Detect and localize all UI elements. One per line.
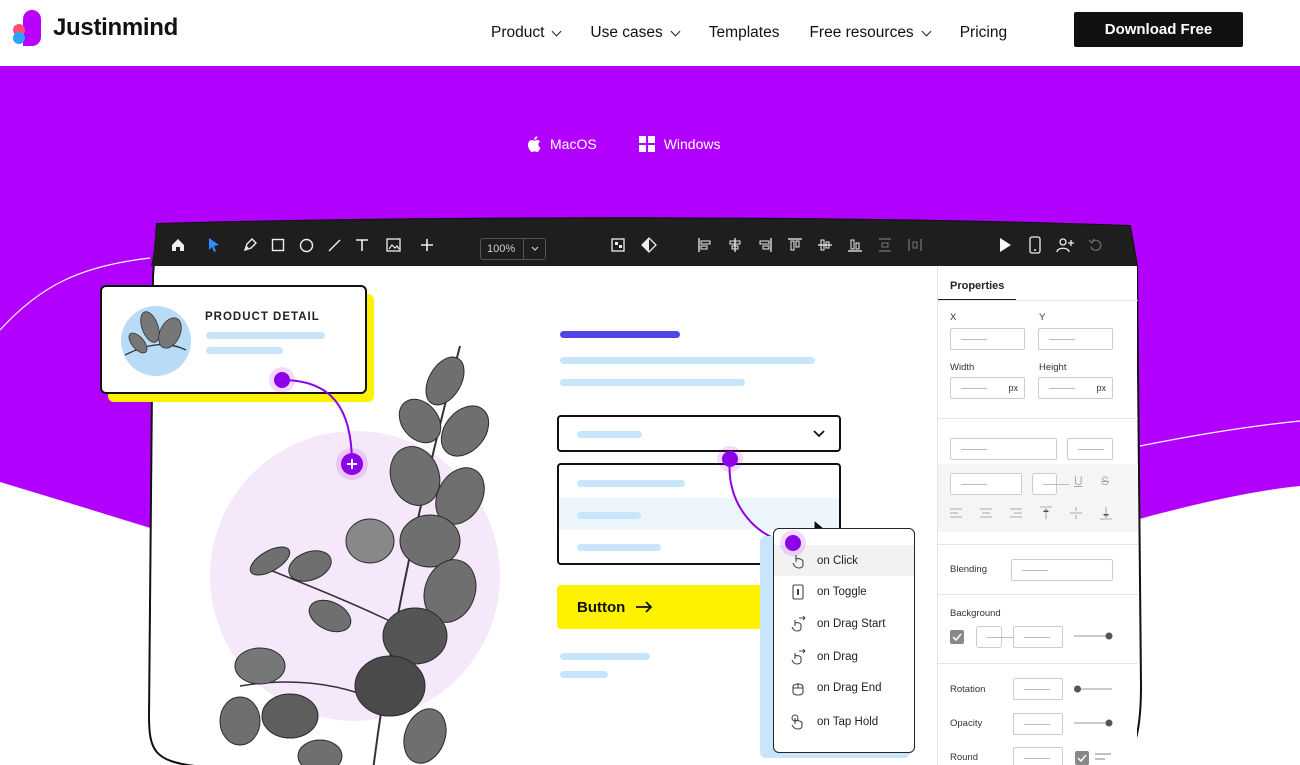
nav-item-label: Product xyxy=(491,24,545,41)
tap-hold-icon xyxy=(789,713,807,731)
toggle-icon xyxy=(789,583,807,601)
event-label: on Toggle xyxy=(817,586,867,598)
event-on-toggle[interactable]: on Toggle xyxy=(774,577,914,607)
drag-start-icon xyxy=(789,615,807,633)
nav-item-templates[interactable]: Templates xyxy=(709,24,780,42)
nav-item-label: Templates xyxy=(708,24,780,41)
event-label: on Tap Hold xyxy=(817,716,879,728)
event-label: on Drag End xyxy=(817,682,882,694)
tap-icon xyxy=(789,552,807,570)
connector-start-dot[interactable] xyxy=(274,372,290,388)
download-free-button[interactable]: Download Free xyxy=(1074,12,1243,47)
event-on-drag[interactable]: on Drag xyxy=(774,642,914,672)
hero-section: MacOS Windows 100% Properties X Y Width … xyxy=(0,66,1300,765)
nav-item-product[interactable]: Product xyxy=(491,24,562,42)
nav-item-label: Use cases xyxy=(590,24,663,41)
nav-item-label: Free resources xyxy=(809,24,914,41)
add-interaction-icon[interactable] xyxy=(341,453,363,475)
top-navigation: Justinmind Product Use cases Templates F… xyxy=(0,0,1300,66)
events-popup: on Click on Toggle on Drag Start on Drag… xyxy=(773,528,915,753)
nav-item-free-resources[interactable]: Free resources xyxy=(809,24,932,42)
justinmind-logo[interactable]: Justinmind xyxy=(13,10,178,46)
connector-end-dot[interactable] xyxy=(785,535,801,551)
nav-item-use-cases[interactable]: Use cases xyxy=(590,24,681,42)
event-on-drag-end[interactable]: on Drag End xyxy=(774,673,914,703)
event-label: on Click xyxy=(817,555,858,567)
chevron-down-icon xyxy=(921,26,932,36)
drag-icon xyxy=(789,648,807,666)
nav-item-label: Pricing xyxy=(959,24,1008,41)
brand-name: Justinmind xyxy=(53,14,179,41)
event-label: on Drag xyxy=(817,651,858,663)
event-on-drag-start[interactable]: on Drag Start xyxy=(774,609,914,639)
chevron-down-icon xyxy=(670,26,681,36)
connector-start-dot[interactable] xyxy=(722,451,738,467)
logo-mark-icon xyxy=(13,10,43,46)
interaction-connectors xyxy=(281,379,794,544)
event-on-tap-hold[interactable]: on Tap Hold xyxy=(774,707,914,737)
chevron-down-icon xyxy=(551,26,562,36)
drag-end-icon xyxy=(789,679,807,697)
main-menu: Product Use cases Templates Free resourc… xyxy=(491,0,1037,66)
nav-item-pricing[interactable]: Pricing xyxy=(960,24,1007,42)
event-label: on Drag Start xyxy=(817,618,886,630)
